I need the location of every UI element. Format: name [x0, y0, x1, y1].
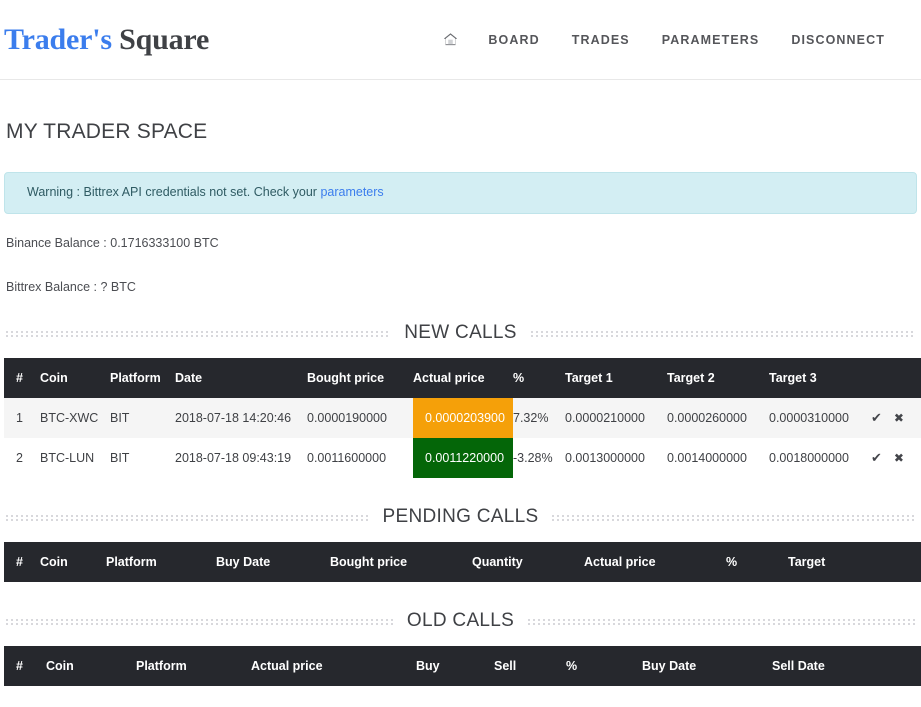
- col-platform: Platform: [136, 646, 251, 686]
- cell-date: 2018-07-18 09:43:19: [175, 438, 307, 478]
- cell-date: 2018-07-18 14:20:46: [175, 398, 307, 438]
- nav-item-parameters[interactable]: PARAMETERS: [646, 27, 776, 53]
- brand-name-primary: Trader's: [4, 23, 112, 56]
- bittrex-balance: Bittrex Balance : ? BTC: [6, 280, 917, 294]
- cell-target-1: 0.0000210000: [565, 398, 667, 438]
- new-calls-table: # Coin Platform Date Bought price Actual…: [4, 358, 921, 478]
- brand-name-secondary: Square: [119, 23, 209, 56]
- alert-message: Warning : Bittrex API credentials not se…: [27, 185, 317, 199]
- api-warning-alert: Warning : Bittrex API credentials not se…: [4, 172, 917, 214]
- table-row[interactable]: 1 BTC-XWC BIT 2018-07-18 14:20:46 0.0000…: [4, 398, 921, 438]
- col-percent: %: [566, 646, 642, 686]
- col-sell-date: Sell Date: [772, 646, 921, 686]
- divider-right: [552, 513, 915, 522]
- cell-actual-price: 0.0011220000: [413, 438, 513, 478]
- binance-balance: Binance Balance : 0.1716333100 BTC: [6, 236, 917, 250]
- nav-item-disconnect[interactable]: DISCONNECT: [775, 27, 901, 53]
- alert-parameters-link[interactable]: parameters: [320, 185, 383, 199]
- col-platform: Platform: [106, 542, 216, 582]
- cell-actual-price: 0.0000203900: [413, 398, 513, 438]
- page-content: MY TRADER SPACE Warning : Bittrex API cr…: [0, 120, 921, 686]
- col-coin: Coin: [40, 542, 106, 582]
- col-actual-price: Actual price: [584, 542, 726, 582]
- col-coin: Coin: [46, 646, 136, 686]
- cell-percent: 7.32%: [513, 398, 565, 438]
- pending-calls-table: # Coin Platform Buy Date Bought price Qu…: [4, 542, 921, 582]
- new-calls-header-row: # Coin Platform Date Bought price Actual…: [4, 358, 921, 398]
- col-index: #: [4, 358, 40, 398]
- col-date: Date: [175, 358, 307, 398]
- check-icon[interactable]: ✔: [869, 411, 884, 424]
- col-actual-price: Actual price: [413, 358, 513, 398]
- home-icon: [443, 32, 458, 47]
- cell-platform: BIT: [110, 398, 175, 438]
- cell-index: 2: [4, 438, 40, 478]
- site-header: Trader's Square BOARD TRADES PARAMETERS …: [0, 0, 921, 80]
- pending-calls-section-header: PENDING CALLS: [4, 506, 917, 528]
- table-row[interactable]: 2 BTC-LUN BIT 2018-07-18 09:43:19 0.0011…: [4, 438, 921, 478]
- cell-actions: ✔✖: [869, 398, 921, 438]
- cell-target-1: 0.0013000000: [565, 438, 667, 478]
- cell-target-2: 0.0000260000: [667, 398, 769, 438]
- new-calls-section-header: NEW CALLS: [4, 322, 917, 344]
- old-calls-section-header: OLD CALLS: [4, 610, 917, 632]
- divider-right: [531, 329, 915, 338]
- col-target-1: Target 1: [565, 358, 667, 398]
- old-calls-header-row: # Coin Platform Actual price Buy Sell % …: [4, 646, 921, 686]
- col-actions: [869, 358, 921, 398]
- cell-index: 1: [4, 398, 40, 438]
- cell-target-2: 0.0014000000: [667, 438, 769, 478]
- cell-percent: -3.28%: [513, 438, 565, 478]
- main-navigation: BOARD TRADES PARAMETERS DISCONNECT: [433, 26, 901, 53]
- pending-calls-header-row: # Coin Platform Buy Date Bought price Qu…: [4, 542, 921, 582]
- old-calls-title: OLD CALLS: [407, 610, 514, 632]
- col-target-2: Target 2: [667, 358, 769, 398]
- new-calls-body: 1 BTC-XWC BIT 2018-07-18 14:20:46 0.0000…: [4, 398, 921, 478]
- col-percent: %: [726, 542, 788, 582]
- divider-left: [6, 617, 393, 626]
- new-calls-title: NEW CALLS: [404, 322, 517, 344]
- close-icon[interactable]: ✖: [892, 452, 906, 464]
- col-buy-date: Buy Date: [642, 646, 772, 686]
- page-title: MY TRADER SPACE: [6, 120, 917, 144]
- cell-actions: ✔✖: [869, 438, 921, 478]
- col-actual-price: Actual price: [251, 646, 416, 686]
- divider-right: [528, 617, 915, 626]
- col-coin: Coin: [40, 358, 110, 398]
- col-buy-date: Buy Date: [216, 542, 330, 582]
- cell-coin: BTC-XWC: [40, 398, 110, 438]
- col-bought-price: Bought price: [330, 542, 472, 582]
- cell-coin: BTC-LUN: [40, 438, 110, 478]
- cell-target-3: 0.0000310000: [769, 398, 869, 438]
- col-index: #: [4, 646, 46, 686]
- divider-left: [6, 329, 390, 338]
- close-icon[interactable]: ✖: [892, 412, 906, 424]
- col-platform: Platform: [110, 358, 175, 398]
- cell-target-3: 0.0018000000: [769, 438, 869, 478]
- old-calls-table: # Coin Platform Actual price Buy Sell % …: [4, 646, 921, 686]
- col-target: Target: [788, 542, 921, 582]
- col-percent: %: [513, 358, 565, 398]
- cell-bought-price: 0.0000190000: [307, 398, 413, 438]
- col-target-3: Target 3: [769, 358, 869, 398]
- divider-left: [6, 513, 369, 522]
- col-sell: Sell: [494, 646, 566, 686]
- col-index: #: [4, 542, 40, 582]
- cell-platform: BIT: [110, 438, 175, 478]
- col-buy: Buy: [416, 646, 494, 686]
- cell-bought-price: 0.0011600000: [307, 438, 413, 478]
- brand-logo[interactable]: Trader's Square: [4, 23, 209, 57]
- nav-item-board[interactable]: BOARD: [472, 27, 555, 53]
- pending-calls-title: PENDING CALLS: [383, 506, 539, 528]
- col-bought-price: Bought price: [307, 358, 413, 398]
- col-quantity: Quantity: [472, 542, 584, 582]
- check-icon[interactable]: ✔: [869, 451, 884, 464]
- nav-item-trades[interactable]: TRADES: [556, 27, 646, 53]
- nav-home-button[interactable]: [433, 26, 472, 53]
